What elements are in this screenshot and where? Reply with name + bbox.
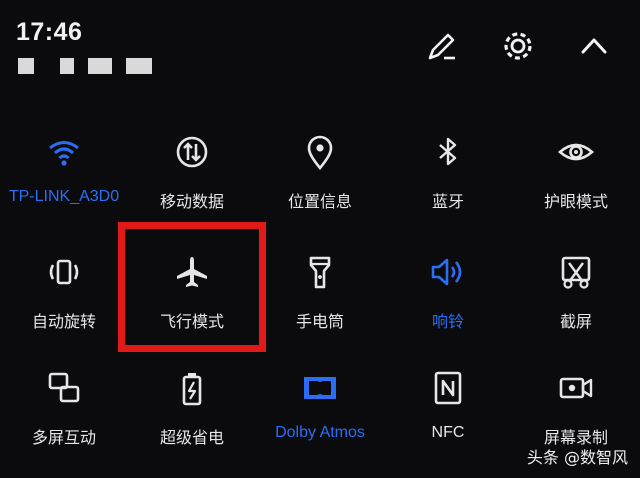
dolby-icon bbox=[298, 366, 342, 410]
tile-battery-saver[interactable]: 超级省电 bbox=[128, 354, 256, 468]
redacted-block bbox=[126, 58, 152, 74]
bluetooth-icon bbox=[426, 130, 470, 174]
tile-mobile-data[interactable]: 移动数据 bbox=[128, 118, 256, 238]
auto-rotate-icon bbox=[42, 250, 86, 294]
location-icon bbox=[298, 130, 342, 174]
tile-label: NFC bbox=[431, 424, 465, 441]
status-time: 17:46 bbox=[16, 18, 83, 46]
tile-label: 位置信息 bbox=[287, 194, 352, 211]
tile-dolby[interactable]: Dolby Atmos bbox=[256, 354, 384, 468]
edit-icon[interactable] bbox=[420, 24, 464, 68]
tile-screenshot[interactable]: 截屏 bbox=[512, 238, 640, 354]
watermark: 头条 @数智风 bbox=[526, 448, 628, 467]
tile-label: TP-LINK_A3D0 bbox=[8, 188, 120, 205]
redacted-block bbox=[60, 58, 74, 74]
tile-multi-screen[interactable]: 多屏互动 bbox=[0, 354, 128, 468]
quick-settings-header-actions bbox=[420, 24, 616, 68]
tile-label: 多屏互动 bbox=[31, 430, 96, 447]
redacted-block bbox=[88, 58, 112, 74]
tile-label: 自动旋转 bbox=[31, 314, 96, 331]
redacted-block bbox=[18, 58, 34, 74]
battery-saver-icon bbox=[170, 366, 214, 410]
wifi-icon bbox=[42, 130, 86, 174]
nfc-icon bbox=[426, 366, 470, 410]
quick-settings-grid: TP-LINK_A3D0 移动数据 位置信息 蓝牙 护眼模式 自动旋转 飞行模式 手电筒 响铃截… bbox=[0, 118, 640, 468]
flashlight-icon bbox=[298, 250, 342, 294]
tile-label: 响铃 bbox=[431, 314, 464, 331]
multi-screen-icon bbox=[42, 366, 86, 410]
tile-label: 截屏 bbox=[559, 314, 592, 331]
tile-bluetooth[interactable]: 蓝牙 bbox=[384, 118, 512, 238]
tile-nfc[interactable]: NFC bbox=[384, 354, 512, 468]
tile-eye[interactable]: 护眼模式 bbox=[512, 118, 640, 238]
tile-auto-rotate[interactable]: 自动旋转 bbox=[0, 238, 128, 354]
mobile-data-icon bbox=[170, 130, 214, 174]
tile-label: Dolby Atmos bbox=[275, 424, 365, 441]
tile-label: 手电筒 bbox=[295, 314, 344, 331]
collapse-icon[interactable] bbox=[572, 24, 616, 68]
screen-record-icon bbox=[554, 366, 598, 410]
tile-volume[interactable]: 响铃 bbox=[384, 238, 512, 354]
settings-icon[interactable] bbox=[496, 24, 540, 68]
eye-icon bbox=[554, 130, 598, 174]
tile-flashlight[interactable]: 手电筒 bbox=[256, 238, 384, 354]
annotation-highlight-box bbox=[118, 222, 266, 352]
tile-label: 护眼模式 bbox=[543, 194, 608, 211]
tile-wifi[interactable]: TP-LINK_A3D0 bbox=[0, 118, 128, 238]
tile-label: 蓝牙 bbox=[431, 194, 464, 211]
tile-label: 超级省电 bbox=[159, 430, 224, 447]
tile-location[interactable]: 位置信息 bbox=[256, 118, 384, 238]
tile-label: 移动数据 bbox=[159, 194, 224, 211]
volume-icon bbox=[426, 250, 470, 294]
screenshot-icon bbox=[554, 250, 598, 294]
